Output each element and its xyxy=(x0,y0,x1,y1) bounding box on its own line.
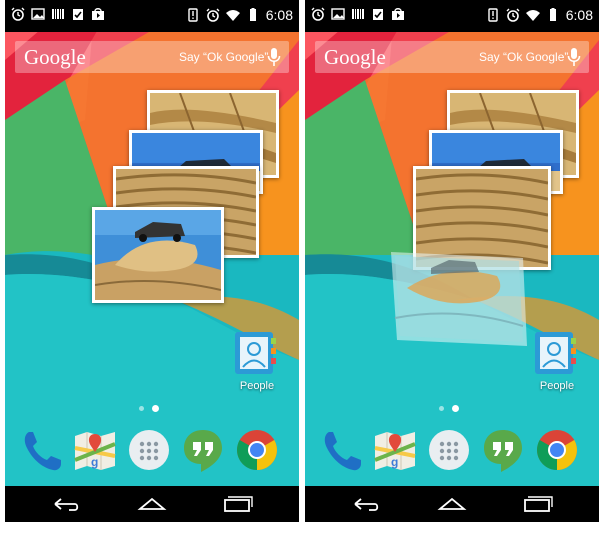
contacts-icon xyxy=(535,332,576,374)
back-button[interactable] xyxy=(45,494,85,514)
people-shortcut[interactable]: People xyxy=(527,330,587,400)
maps-icon[interactable]: g xyxy=(71,426,119,474)
chrome-icon[interactable] xyxy=(233,426,281,474)
dock: g xyxy=(5,426,299,480)
home-button[interactable] xyxy=(432,494,472,514)
page-dot-active xyxy=(452,405,459,412)
back-button[interactable] xyxy=(345,494,385,514)
people-label: People xyxy=(539,380,575,392)
page-indicator xyxy=(439,405,459,412)
recents-button[interactable] xyxy=(517,494,557,514)
hangouts-icon[interactable] xyxy=(479,426,527,474)
people-shortcut[interactable]: People xyxy=(227,330,287,400)
phone-screen-1: 6:08 Google Say “Ok Google” People g xyxy=(5,0,299,522)
hangouts-icon[interactable] xyxy=(179,426,227,474)
page-dot xyxy=(139,406,144,411)
page-dot xyxy=(439,406,444,411)
svg-text:g: g xyxy=(391,455,398,469)
phone-screen-2: 6:08 Google Say “Ok Google” People g xyxy=(305,0,599,522)
dock: g xyxy=(305,426,599,480)
maps-icon[interactable]: g xyxy=(371,426,419,474)
chrome-icon[interactable] xyxy=(533,426,581,474)
page-dot-active xyxy=(152,405,159,412)
recents-button[interactable] xyxy=(217,494,257,514)
photo-card-front[interactable] xyxy=(92,207,224,303)
page-indicator xyxy=(139,405,159,412)
people-label: People xyxy=(239,380,275,392)
phone-icon[interactable] xyxy=(17,426,65,474)
app-drawer-icon[interactable] xyxy=(125,426,173,474)
car-in-sand-image xyxy=(95,210,221,300)
navigation-bar xyxy=(305,486,599,522)
svg-text:g: g xyxy=(91,455,98,469)
app-drawer-icon[interactable] xyxy=(425,426,473,474)
photo-card-dragging[interactable] xyxy=(387,248,531,348)
home-button[interactable] xyxy=(132,494,172,514)
phone-icon[interactable] xyxy=(317,426,365,474)
navigation-bar xyxy=(5,486,299,522)
contacts-icon xyxy=(235,332,276,374)
